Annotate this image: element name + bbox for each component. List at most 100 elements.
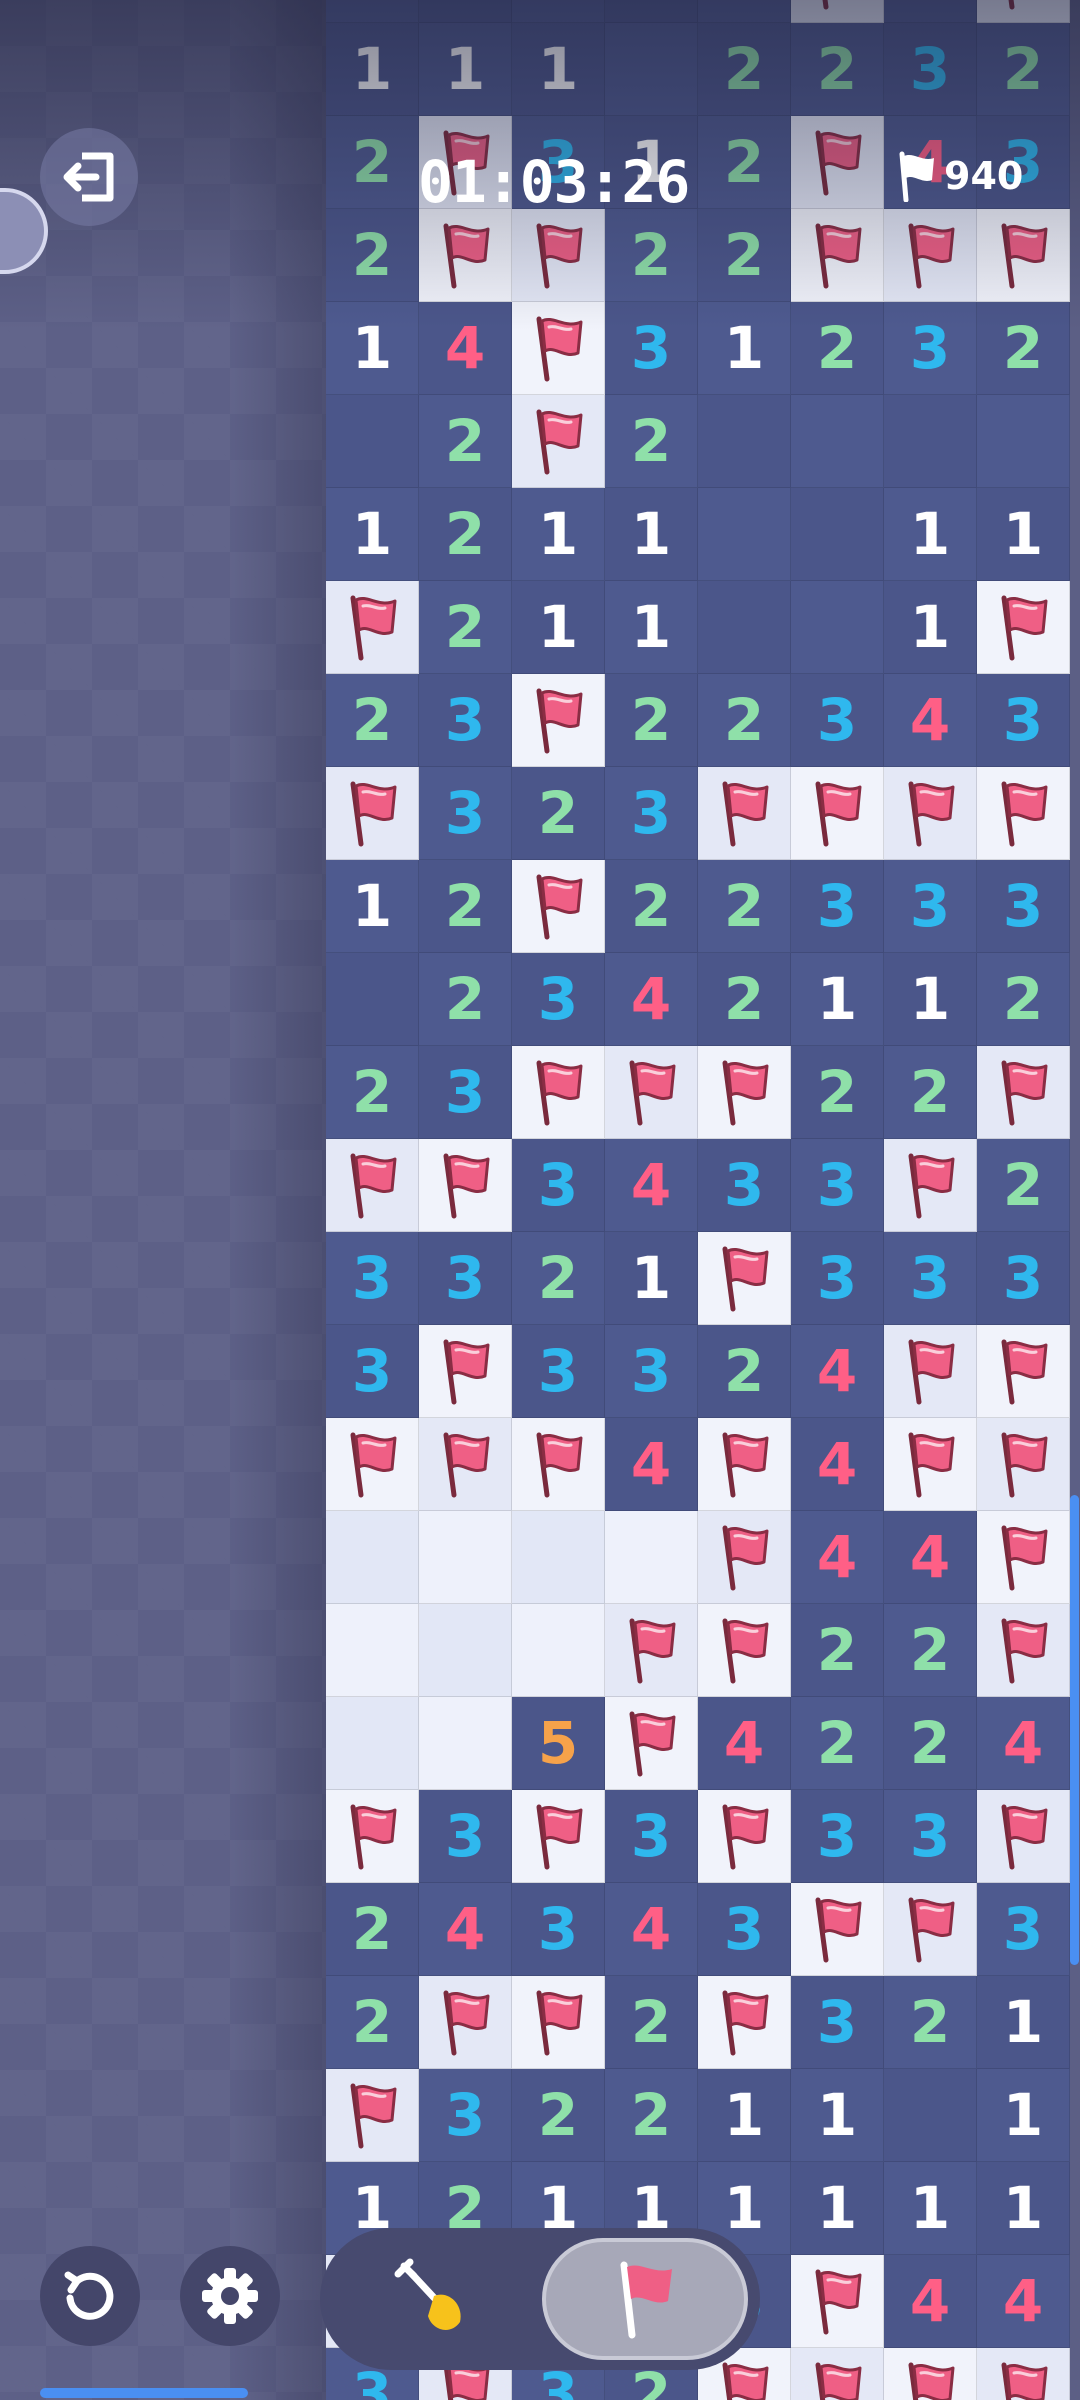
- number-cell[interactable]: 2: [512, 767, 605, 860]
- flagged-cell[interactable]: [419, 1418, 512, 1511]
- flagged-cell[interactable]: [977, 1511, 1070, 1604]
- number-cell[interactable]: 2: [977, 1139, 1070, 1232]
- number-cell[interactable]: 2: [326, 1883, 419, 1976]
- empty-cell[interactable]: [884, 2069, 977, 2162]
- dig-mode-button[interactable]: [340, 2238, 530, 2360]
- open-cell[interactable]: [326, 1604, 419, 1697]
- number-cell[interactable]: 1: [977, 2162, 1070, 2255]
- number-cell[interactable]: 3: [419, 674, 512, 767]
- empty-cell[interactable]: [698, 395, 791, 488]
- number-cell[interactable]: 3: [605, 1790, 698, 1883]
- empty-cell[interactable]: [977, 395, 1070, 488]
- restart-button[interactable]: [40, 2246, 140, 2346]
- flagged-cell[interactable]: [512, 1976, 605, 2069]
- number-cell[interactable]: 3: [512, 1883, 605, 1976]
- flagged-cell[interactable]: [884, 1139, 977, 1232]
- number-cell[interactable]: 2: [605, 209, 698, 302]
- number-cell[interactable]: 2: [419, 0, 512, 23]
- number-cell[interactable]: 2: [605, 395, 698, 488]
- number-cell[interactable]: 1: [791, 2162, 884, 2255]
- number-cell[interactable]: 2: [605, 860, 698, 953]
- number-cell[interactable]: 1: [419, 23, 512, 116]
- number-cell[interactable]: 2: [326, 674, 419, 767]
- exit-button[interactable]: [40, 128, 138, 226]
- number-cell[interactable]: 4: [791, 1511, 884, 1604]
- number-cell[interactable]: 3: [977, 1883, 1070, 1976]
- flagged-cell[interactable]: [977, 209, 1070, 302]
- flagged-cell[interactable]: [698, 1604, 791, 1697]
- empty-cell[interactable]: [326, 953, 419, 1046]
- open-cell[interactable]: [605, 1511, 698, 1604]
- minesweeper-board[interactable]: 1212331112232231243222143123222121111211…: [326, 0, 1080, 2400]
- open-cell[interactable]: [419, 1511, 512, 1604]
- number-cell[interactable]: 3: [419, 1046, 512, 1139]
- empty-cell[interactable]: [791, 395, 884, 488]
- number-cell[interactable]: 2: [326, 1976, 419, 2069]
- number-cell[interactable]: 3: [419, 1232, 512, 1325]
- flagged-cell[interactable]: [791, 2348, 884, 2400]
- flagged-cell[interactable]: [698, 1232, 791, 1325]
- number-cell[interactable]: 2: [791, 1046, 884, 1139]
- number-cell[interactable]: 3: [884, 0, 977, 23]
- number-cell[interactable]: 3: [605, 767, 698, 860]
- flagged-cell[interactable]: [791, 1883, 884, 1976]
- settings-button[interactable]: [180, 2246, 280, 2346]
- number-cell[interactable]: 3: [884, 1232, 977, 1325]
- flagged-cell[interactable]: [419, 1325, 512, 1418]
- empty-cell[interactable]: [326, 395, 419, 488]
- flagged-cell[interactable]: [698, 1790, 791, 1883]
- flagged-cell[interactable]: [977, 2348, 1070, 2400]
- number-cell[interactable]: 2: [791, 1697, 884, 1790]
- open-cell[interactable]: [326, 1697, 419, 1790]
- number-cell[interactable]: 3: [791, 674, 884, 767]
- flagged-cell[interactable]: [884, 1418, 977, 1511]
- flagged-cell[interactable]: [791, 116, 884, 209]
- flagged-cell[interactable]: [698, 767, 791, 860]
- flagged-cell[interactable]: [884, 2348, 977, 2400]
- number-cell[interactable]: 4: [605, 953, 698, 1046]
- open-cell[interactable]: [419, 1604, 512, 1697]
- number-cell[interactable]: 3: [791, 860, 884, 953]
- number-cell[interactable]: 3: [605, 1325, 698, 1418]
- flagged-cell[interactable]: [698, 1976, 791, 2069]
- number-cell[interactable]: 4: [791, 1418, 884, 1511]
- number-cell[interactable]: 4: [884, 674, 977, 767]
- flagged-cell[interactable]: [791, 0, 884, 23]
- flagged-cell[interactable]: [326, 767, 419, 860]
- flagged-cell[interactable]: [977, 1418, 1070, 1511]
- number-cell[interactable]: 3: [326, 1232, 419, 1325]
- open-cell[interactable]: [326, 1511, 419, 1604]
- number-cell[interactable]: 3: [419, 767, 512, 860]
- flagged-cell[interactable]: [512, 1046, 605, 1139]
- flagged-cell[interactable]: [419, 209, 512, 302]
- number-cell[interactable]: 2: [512, 1232, 605, 1325]
- number-cell[interactable]: 2: [605, 2069, 698, 2162]
- empty-cell[interactable]: [605, 23, 698, 116]
- number-cell[interactable]: 2: [698, 209, 791, 302]
- number-cell[interactable]: 1: [884, 488, 977, 581]
- flagged-cell[interactable]: [326, 2069, 419, 2162]
- flagged-cell[interactable]: [512, 302, 605, 395]
- flagged-cell[interactable]: [326, 581, 419, 674]
- flagged-cell[interactable]: [326, 1139, 419, 1232]
- number-cell[interactable]: 3: [698, 1139, 791, 1232]
- number-cell[interactable]: 3: [419, 1790, 512, 1883]
- flagged-cell[interactable]: [977, 1790, 1070, 1883]
- number-cell[interactable]: 4: [605, 1139, 698, 1232]
- number-cell[interactable]: 3: [419, 2069, 512, 2162]
- number-cell[interactable]: 4: [977, 2255, 1070, 2348]
- number-cell[interactable]: 1: [512, 581, 605, 674]
- number-cell[interactable]: 1: [605, 488, 698, 581]
- number-cell[interactable]: 1: [791, 2069, 884, 2162]
- number-cell[interactable]: 5: [512, 1697, 605, 1790]
- number-cell[interactable]: 2: [698, 116, 791, 209]
- number-cell[interactable]: 2: [419, 581, 512, 674]
- number-cell[interactable]: 2: [698, 860, 791, 953]
- number-cell[interactable]: 3: [791, 1139, 884, 1232]
- flagged-cell[interactable]: [326, 1790, 419, 1883]
- number-cell[interactable]: 3: [791, 1232, 884, 1325]
- flagged-cell[interactable]: [977, 1604, 1070, 1697]
- number-cell[interactable]: 2: [512, 2069, 605, 2162]
- number-cell[interactable]: 2: [884, 1046, 977, 1139]
- flagged-cell[interactable]: [884, 1325, 977, 1418]
